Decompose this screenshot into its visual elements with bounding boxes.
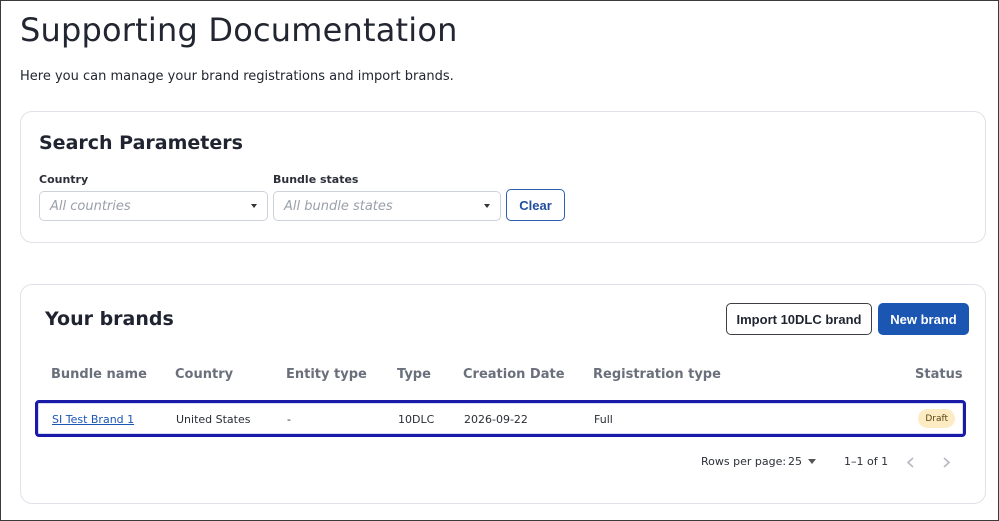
next-page-button[interactable]	[939, 455, 953, 469]
bundle-states-select[interactable]: All bundle states	[273, 191, 501, 221]
caret-down-icon	[251, 204, 257, 208]
caret-down-icon	[808, 459, 816, 464]
table-row[interactable]: SI Test Brand 1 United States - 10DLC 20…	[35, 400, 966, 437]
search-parameters-title: Search Parameters	[39, 132, 243, 154]
creation-date-cell: 2026-09-22	[464, 413, 528, 426]
column-header-country[interactable]: Country	[175, 367, 233, 382]
rows-per-page-select[interactable]: 25	[788, 455, 816, 468]
chevron-left-icon	[906, 456, 914, 468]
rows-per-page-label: Rows per page:	[701, 455, 787, 468]
clear-button[interactable]: Clear	[506, 189, 565, 221]
app-window: Supporting Documentation Here you can ma…	[0, 0, 999, 521]
column-header-bundle-name[interactable]: Bundle name	[51, 367, 147, 382]
bundle-states-label: Bundle states	[273, 173, 359, 186]
new-brand-button[interactable]: New brand	[878, 303, 969, 335]
entity-type-cell: -	[287, 413, 291, 426]
column-header-status[interactable]: Status	[915, 367, 963, 382]
column-header-type[interactable]: Type	[397, 367, 431, 382]
caret-down-icon	[484, 204, 490, 208]
rows-per-page-value: 25	[788, 455, 802, 468]
bundle-name-link[interactable]: SI Test Brand 1	[52, 413, 134, 426]
chevron-right-icon	[942, 456, 950, 468]
pagination-range: 1–1 of 1	[844, 455, 889, 468]
column-header-entity-type[interactable]: Entity type	[286, 367, 367, 382]
previous-page-button[interactable]	[903, 455, 917, 469]
country-cell: United States	[176, 413, 251, 426]
status-badge: Draft	[918, 409, 955, 428]
your-brands-card: Your brands Import 10DLC brand New brand…	[20, 284, 986, 504]
column-header-creation-date[interactable]: Creation Date	[463, 367, 565, 382]
country-label: Country	[39, 173, 89, 186]
country-select-value: All countries	[50, 198, 131, 214]
type-cell: 10DLC	[398, 413, 435, 426]
page-title: Supporting Documentation	[20, 11, 458, 49]
your-brands-title: Your brands	[45, 308, 174, 330]
country-select[interactable]: All countries	[39, 191, 268, 221]
column-header-registration-type[interactable]: Registration type	[593, 367, 721, 382]
bundle-states-select-value: All bundle states	[284, 198, 393, 214]
registration-type-cell: Full	[594, 413, 613, 426]
import-10dlc-brand-button[interactable]: Import 10DLC brand	[726, 303, 872, 335]
page-subtitle: Here you can manage your brand registrat…	[20, 69, 454, 84]
search-parameters-card: Search Parameters Country All countries …	[20, 111, 986, 243]
